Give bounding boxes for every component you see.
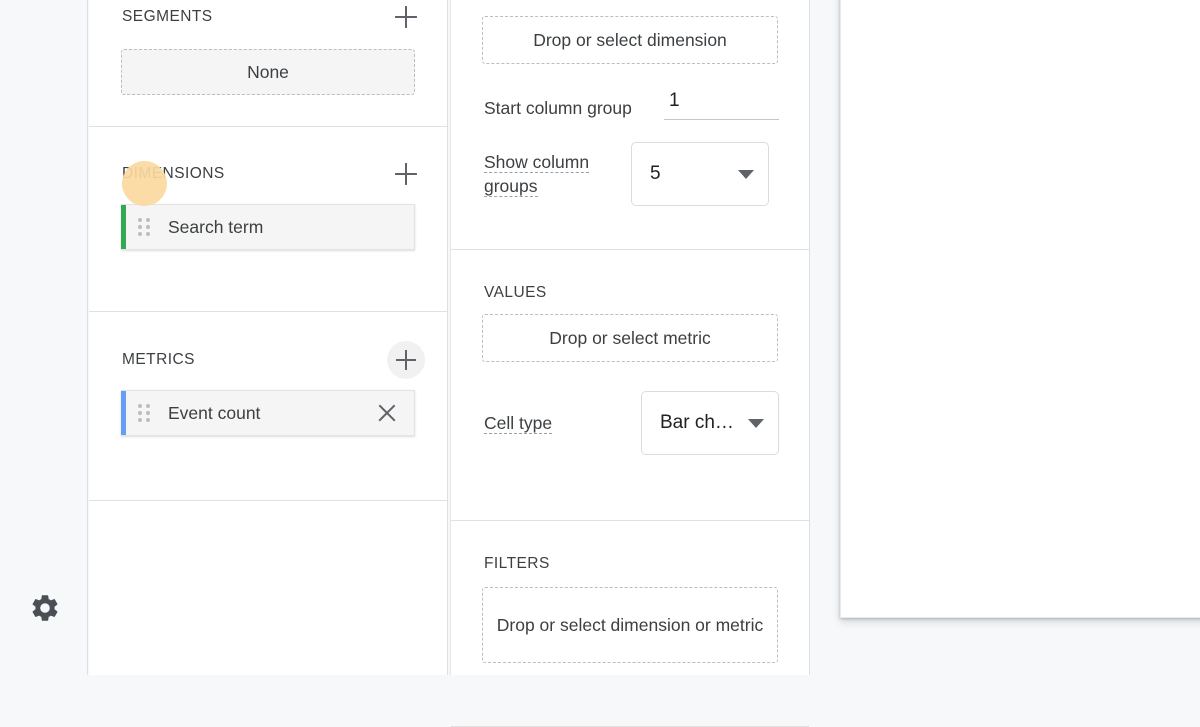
filters-title: FILTERS bbox=[484, 555, 550, 572]
values-section: VALUES Drop or select metric Cell type B… bbox=[451, 276, 809, 521]
dimension-chip-label: Search term bbox=[168, 216, 264, 237]
start-column-group-row: Start column group bbox=[451, 90, 809, 120]
remove-metric-icon[interactable] bbox=[370, 396, 404, 430]
metric-chip-event-count[interactable]: Event count bbox=[121, 390, 415, 436]
dimensions-title: DIMENSIONS bbox=[122, 165, 225, 182]
show-column-groups-row: Show column groups 5 bbox=[451, 142, 809, 206]
chevron-down-icon bbox=[738, 169, 754, 179]
add-dimension-button[interactable] bbox=[395, 163, 417, 185]
cell-type-row: Cell type Bar ch… bbox=[451, 391, 809, 455]
section-divider bbox=[89, 126, 447, 127]
filters-section: FILTERS Drop or select dimension or metr… bbox=[451, 547, 809, 727]
start-column-group-label-wrap: Start column group bbox=[484, 96, 664, 120]
show-column-groups-select[interactable]: 5 bbox=[631, 142, 769, 206]
filters-dropzone[interactable]: Drop or select dimension or metric bbox=[482, 587, 778, 663]
cell-type-select[interactable]: Bar ch… bbox=[641, 391, 779, 455]
columns-section: Drop or select dimension Start column gr… bbox=[451, 0, 809, 250]
segments-section: SEGMENTS None bbox=[89, 0, 447, 127]
metrics-section: METRICS Event count bbox=[89, 341, 447, 501]
dimension-accent-bar bbox=[121, 205, 126, 249]
show-column-groups-label: Show column groups bbox=[484, 151, 590, 197]
cell-type-label-wrap: Cell type bbox=[484, 411, 641, 435]
segments-title: SEGMENTS bbox=[122, 8, 213, 25]
filters-dropzone-label: Drop or select dimension or metric bbox=[496, 614, 764, 635]
dimensions-header: DIMENSIONS bbox=[89, 157, 447, 191]
section-divider bbox=[89, 500, 447, 501]
segments-dropzone-label: None bbox=[247, 61, 289, 82]
segments-dropzone[interactable]: None bbox=[121, 49, 415, 95]
chevron-down-icon bbox=[748, 418, 764, 428]
add-segment-button[interactable] bbox=[395, 6, 417, 28]
section-divider bbox=[89, 311, 447, 312]
columns-dropzone-label: Drop or select dimension bbox=[533, 29, 727, 50]
values-dropzone[interactable]: Drop or select metric bbox=[482, 314, 778, 362]
cell-type-value: Bar ch… bbox=[660, 412, 734, 433]
columns-config-panel: Drop or select dimension Start column gr… bbox=[450, 0, 810, 727]
segments-header: SEGMENTS bbox=[89, 0, 447, 34]
cell-type-label: Cell type bbox=[484, 412, 553, 434]
settings-gear-button[interactable] bbox=[27, 590, 63, 626]
dimension-chip-search-term[interactable]: Search term bbox=[121, 204, 415, 250]
dimensions-section: DIMENSIONS Search term bbox=[89, 157, 447, 312]
filters-header: FILTERS bbox=[451, 547, 809, 581]
show-column-groups-value: 5 bbox=[650, 163, 661, 184]
report-config-panel: SEGMENTS None DIMENSIONS Search term MET… bbox=[89, 0, 448, 675]
drag-handle-icon[interactable] bbox=[138, 404, 154, 422]
show-column-groups-label-wrap: Show column groups bbox=[484, 150, 631, 198]
app-root: SEGMENTS None DIMENSIONS Search term MET… bbox=[0, 0, 1200, 727]
start-column-group-label: Start column group bbox=[484, 97, 632, 118]
values-header: VALUES bbox=[451, 276, 809, 310]
metrics-header: METRICS bbox=[89, 341, 447, 379]
left-rail bbox=[0, 0, 88, 675]
start-column-group-input[interactable] bbox=[664, 90, 779, 120]
columns-dropzone[interactable]: Drop or select dimension bbox=[482, 16, 778, 64]
report-preview-card[interactable] bbox=[840, 0, 1200, 618]
metric-chip-label: Event count bbox=[168, 402, 261, 423]
values-title: VALUES bbox=[484, 284, 547, 301]
section-divider bbox=[451, 249, 809, 250]
section-divider bbox=[451, 520, 809, 521]
add-metric-button[interactable] bbox=[387, 341, 425, 379]
metrics-title: METRICS bbox=[122, 351, 195, 368]
drag-handle-icon[interactable] bbox=[138, 218, 154, 236]
gear-icon bbox=[29, 592, 61, 624]
values-dropzone-label: Drop or select metric bbox=[549, 327, 711, 348]
metric-accent-bar bbox=[121, 391, 126, 435]
